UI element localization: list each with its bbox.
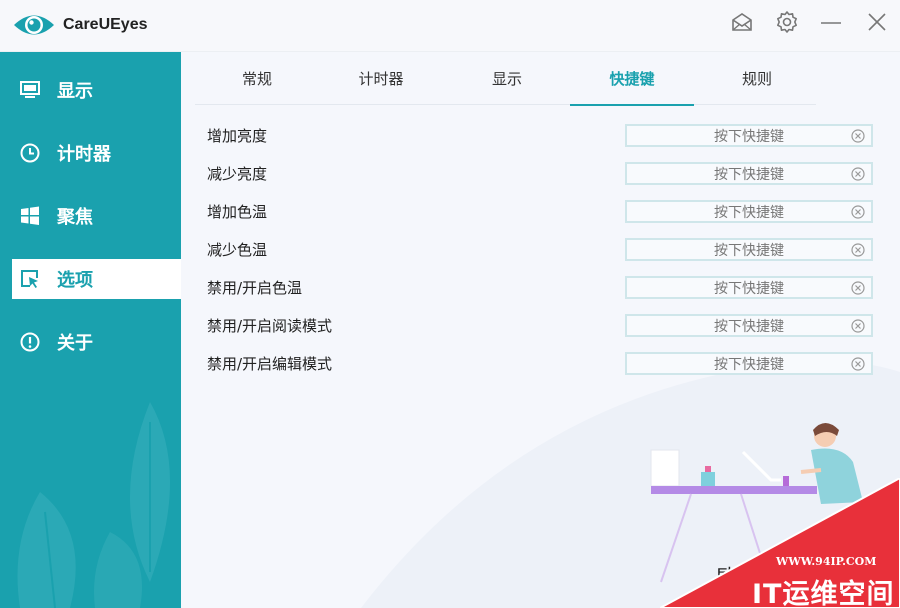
tab-general[interactable]: 常规: [195, 52, 319, 105]
tab-bar: 常规 计时器 显示 快捷键 规则: [195, 52, 819, 106]
hotkey-placeholder: 按下快捷键: [714, 318, 784, 335]
hotkey-label-increase-brightness: 增加亮度: [207, 127, 268, 145]
sidebar-item-options[interactable]: 选项: [12, 259, 181, 299]
hotkey-placeholder: 按下快捷键: [714, 204, 784, 221]
clear-icon[interactable]: [849, 279, 867, 297]
clear-icon[interactable]: [849, 317, 867, 335]
clear-icon[interactable]: [849, 241, 867, 259]
hotkey-field-toggle-reading-mode[interactable]: 按下快捷键: [625, 314, 873, 337]
hotkey-field-toggle-color-temp[interactable]: 按下快捷键: [625, 276, 873, 299]
hotkey-field-decrease-color-temp[interactable]: 按下快捷键: [625, 238, 873, 261]
sidebar-item-label: 选项: [57, 270, 93, 291]
hotkey-label-toggle-color-temp: 禁用/开启色温: [207, 279, 303, 297]
settings-gear-icon: [777, 11, 797, 33]
clear-icon[interactable]: [849, 355, 867, 373]
hotkey-label-decrease-brightness: 减少亮度: [207, 165, 268, 183]
hotkey-field-toggle-editing-mode[interactable]: 按下快捷键: [625, 352, 873, 375]
hotkey-placeholder: 按下快捷键: [714, 356, 784, 373]
tab-rules[interactable]: 规则: [695, 52, 819, 105]
sidebar-item-focus[interactable]: 聚焦: [12, 196, 181, 236]
title-bar: CareUEyes: [0, 0, 900, 52]
cursor-window-icon: [19, 268, 41, 290]
sidebar-item-label: 计时器: [57, 144, 111, 165]
hotkey-placeholder: 按下快捷键: [714, 128, 784, 145]
hotkey-label-increase-color-temp: 增加色温: [207, 203, 268, 221]
hotkey-label-toggle-reading-mode: 禁用/开启阅读模式: [207, 317, 333, 335]
tab-hotkeys[interactable]: 快捷键: [570, 52, 694, 106]
sidebar-item-label: 显示: [57, 81, 93, 102]
sidebar: 显示 计时器 聚焦 选项 关于: [0, 52, 181, 608]
monitor-icon: [19, 79, 41, 101]
clear-icon[interactable]: [849, 165, 867, 183]
sidebar-item-label: 聚焦: [57, 207, 93, 228]
watermark-url: WWW.94IP.COM: [776, 555, 877, 568]
hotkey-placeholder: 按下快捷键: [714, 280, 784, 297]
leaf-decoration: [17, 402, 170, 608]
sidebar-item-label: 关于: [57, 333, 93, 354]
watermark-text: IT运维空间: [752, 579, 895, 608]
sidebar-item-display[interactable]: 显示: [12, 70, 181, 110]
tab-display[interactable]: 显示: [445, 52, 569, 105]
app-title: CareUEyes: [63, 16, 148, 33]
minimize-button[interactable]: [814, 8, 848, 36]
sidebar-item-timer[interactable]: 计时器: [12, 133, 181, 173]
hotkey-label-toggle-editing-mode: 禁用/开启编辑模式: [207, 355, 333, 373]
hotkey-placeholder: 按下快捷键: [714, 166, 784, 183]
mail-button[interactable]: [725, 8, 759, 36]
hotkey-placeholder: 按下快捷键: [714, 242, 784, 259]
windows-grid-icon: [19, 205, 41, 227]
hotkey-field-decrease-brightness[interactable]: 按下快捷键: [625, 162, 873, 185]
minimize-icon: [821, 22, 841, 24]
hotkey-field-increase-brightness[interactable]: 按下快捷键: [625, 124, 873, 147]
mail-icon: [732, 13, 752, 31]
settings-button[interactable]: [770, 8, 804, 36]
sidebar-item-about[interactable]: 关于: [12, 322, 181, 362]
close-button[interactable]: [860, 8, 894, 36]
eye-logo-icon: [14, 15, 54, 35]
hotkey-field-increase-color-temp[interactable]: 按下快捷键: [625, 200, 873, 223]
clear-icon[interactable]: [849, 127, 867, 145]
info-icon: [19, 331, 41, 353]
clock-icon: [19, 142, 41, 164]
tab-timer[interactable]: 计时器: [319, 52, 443, 105]
clear-icon[interactable]: [849, 203, 867, 221]
hotkey-label-decrease-color-temp: 减少色温: [207, 241, 268, 259]
close-icon: [868, 13, 886, 31]
